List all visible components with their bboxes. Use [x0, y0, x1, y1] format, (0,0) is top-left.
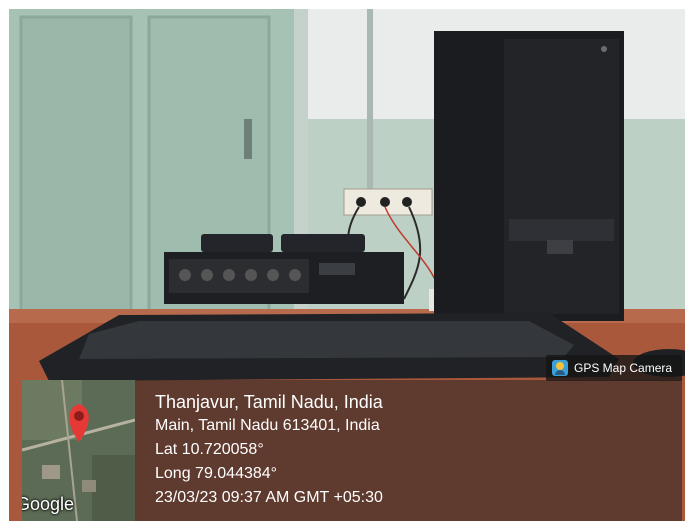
timestamp: 23/03/23 09:37 AM GMT +05:30 [155, 489, 383, 506]
device-box [201, 234, 273, 252]
power-button [601, 46, 607, 52]
knob [223, 269, 235, 281]
badge-label: GPS Map Camera [574, 361, 673, 375]
knob [245, 269, 257, 281]
location-address: Main, Tamil Nadu 613401, India [155, 417, 380, 434]
map-field [92, 455, 135, 521]
amplifier-display [319, 263, 355, 275]
map-building [42, 465, 60, 479]
gps-map-camera-badge: GPS Map Camera [546, 355, 682, 381]
location-title: Thanjavur, Tamil Nadu, India [155, 392, 383, 412]
socket [356, 197, 366, 207]
location-info-panel: Google Thanjavur, Tamil Nadu, India Main… [22, 380, 682, 521]
door-panel-left [19, 15, 133, 349]
longitude: Long 79.044384° [155, 465, 278, 482]
conduit [367, 9, 373, 209]
knob [267, 269, 279, 281]
drive-bay [509, 219, 614, 241]
door-latch [244, 119, 252, 159]
knob [289, 269, 301, 281]
knob [179, 269, 191, 281]
cpu-front-panel [504, 39, 619, 314]
keyboard-keys [79, 321, 574, 359]
socket [402, 197, 412, 207]
drive-button [547, 240, 573, 254]
google-map-label: Google [22, 494, 75, 514]
knob [201, 269, 213, 281]
socket [380, 197, 390, 207]
map-building [82, 480, 96, 492]
latitude: Lat 10.720058° [155, 441, 264, 458]
map-thumbnail: Google [22, 380, 135, 521]
location-details: Thanjavur, Tamil Nadu, India Main, Tamil… [155, 390, 383, 510]
device-box [281, 234, 365, 252]
gps-map-camera-app-icon [552, 360, 568, 376]
